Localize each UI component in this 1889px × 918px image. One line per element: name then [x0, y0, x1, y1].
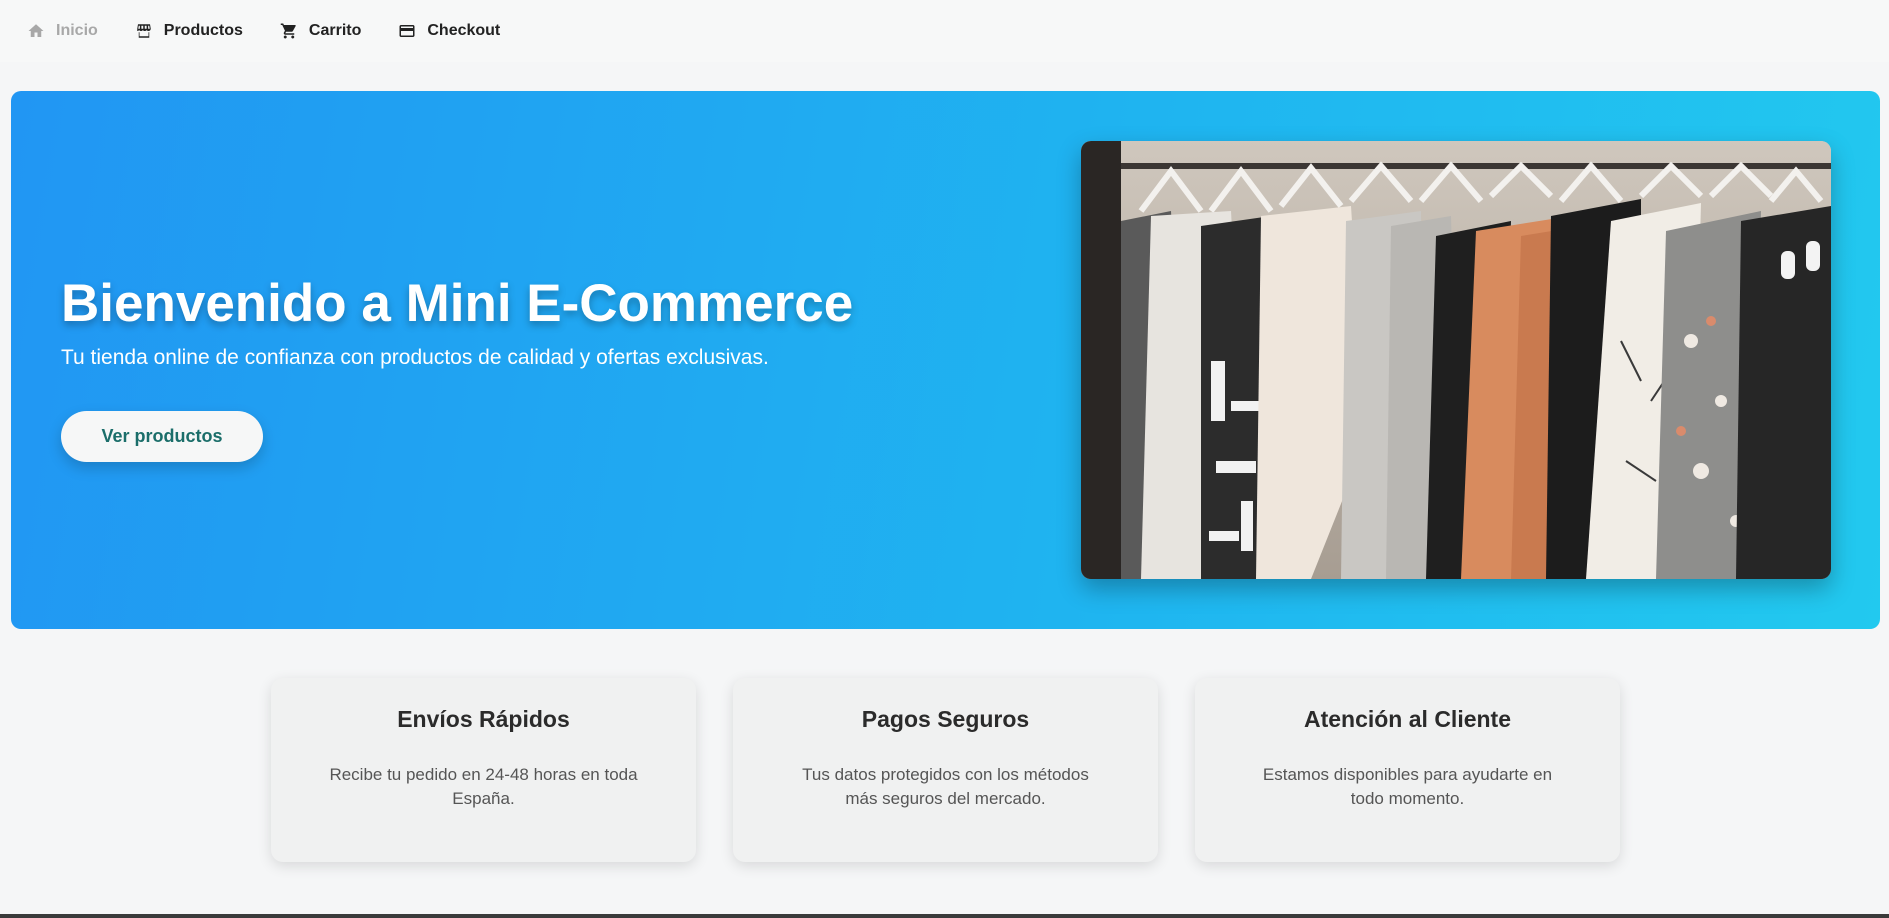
hero-banner: Bienvenido a Mini E-Commerce Tu tienda o… — [11, 91, 1880, 629]
feature-card-payments: Pagos Seguros Tus datos protegidos con l… — [733, 678, 1158, 862]
feature-title: Envíos Rápidos — [397, 706, 570, 732]
hero-title: Bienvenido a Mini E-Commerce — [61, 274, 854, 333]
hero-subtitle: Tu tienda online de confianza con produc… — [61, 346, 769, 369]
nav-item-label: Carrito — [308, 22, 362, 39]
nav-item-label: Checkout — [427, 22, 501, 39]
nav-item-label: Productos — [163, 22, 243, 39]
top-navigation: Inicio Productos Carrito Checkout — [0, 0, 1889, 62]
feature-card-support: Atención al Cliente Estamos disponibles … — [1195, 678, 1620, 862]
feature-text: Recibe tu pedido en 24-48 horas en toda … — [329, 765, 638, 808]
view-products-button[interactable]: Ver productos — [61, 411, 263, 462]
nav-item-carrito[interactable]: Carrito — [279, 16, 361, 46]
nav-item-productos[interactable]: Productos — [134, 16, 243, 46]
nav-item-checkout[interactable]: Checkout — [397, 16, 500, 46]
clothing-rack-photo — [1081, 141, 1831, 579]
feature-card-shipping: Envíos Rápidos Recibe tu pedido en 24-48… — [271, 678, 696, 862]
feature-title: Pagos Seguros — [861, 706, 1030, 732]
footer-edge — [0, 914, 1889, 918]
store-icon — [134, 21, 154, 41]
credit-card-icon — [397, 21, 417, 41]
features-section: Envíos Rápidos Recibe tu pedido en 24-48… — [0, 678, 1889, 862]
nav-item-inicio[interactable]: Inicio — [26, 16, 98, 46]
feature-title: Atención al Cliente — [1303, 706, 1512, 732]
feature-text: Tus datos protegidos con los métodos más… — [802, 765, 1089, 808]
nav-item-label: Inicio — [56, 22, 98, 39]
feature-text: Estamos disponibles para ayudarte en tod… — [1262, 765, 1553, 808]
home-icon — [26, 21, 46, 41]
cart-icon — [279, 21, 299, 41]
